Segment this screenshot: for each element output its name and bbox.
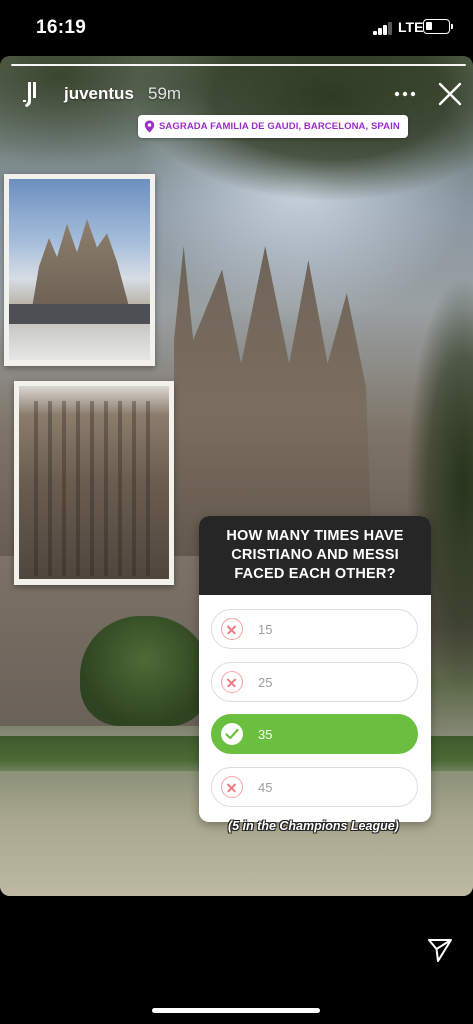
status-bar: 16:19 LTE (0, 0, 473, 56)
wrong-x-icon (221, 618, 243, 640)
quiz-sticker: HOW MANY TIMES HAVE CRISTIANO AND MESSI … (199, 516, 431, 822)
quiz-question: HOW MANY TIMES HAVE CRISTIANO AND MESSI … (226, 528, 404, 582)
facade-detail-photo (19, 386, 169, 579)
status-time: 16:19 (36, 17, 87, 38)
pin-icon (144, 120, 155, 133)
quiz-option-3[interactable]: 35 (211, 714, 418, 754)
wrong-x-icon (221, 671, 243, 693)
checkmark-icon (221, 723, 243, 745)
quiz-option-label: 15 (258, 621, 273, 637)
home-indicator (152, 1008, 320, 1013)
story-username[interactable]: juventus (64, 84, 134, 104)
story-caption: (5 in the Champions League) (228, 819, 399, 833)
photo-card (4, 174, 155, 366)
juventus-logo[interactable] (22, 81, 42, 108)
quiz-option-1[interactable]: 15 (211, 609, 418, 649)
photo-card (14, 381, 174, 585)
tree (80, 616, 210, 726)
more-icon[interactable] (394, 84, 416, 104)
quiz-header: HOW MANY TIMES HAVE CRISTIANO AND MESSI … (199, 516, 431, 595)
story-time-ago: 59m (148, 84, 182, 103)
location-sticker[interactable]: SAGRADA FAMILIA DE GAUDI, BARCELONA, SPA… (138, 115, 408, 138)
send-icon[interactable] (427, 937, 453, 963)
battery-icon (423, 19, 453, 34)
wrong-x-icon (221, 776, 243, 798)
signal-icon (373, 22, 393, 35)
quiz-option-label: 35 (258, 726, 273, 742)
cathedral-photo (9, 179, 150, 360)
quiz-option-label: 45 (258, 779, 273, 795)
close-icon[interactable] (437, 81, 463, 107)
quiz-option-label: 25 (258, 674, 273, 690)
quiz-option-2[interactable]: 25 (211, 662, 418, 702)
story-progress-bar (11, 64, 466, 66)
network-label: LTE (398, 19, 424, 35)
location-label: SAGRADA FAMILIA DE GAUDI, BARCELONA, SPA… (159, 121, 400, 132)
quiz-option-4[interactable]: 45 (211, 767, 418, 807)
